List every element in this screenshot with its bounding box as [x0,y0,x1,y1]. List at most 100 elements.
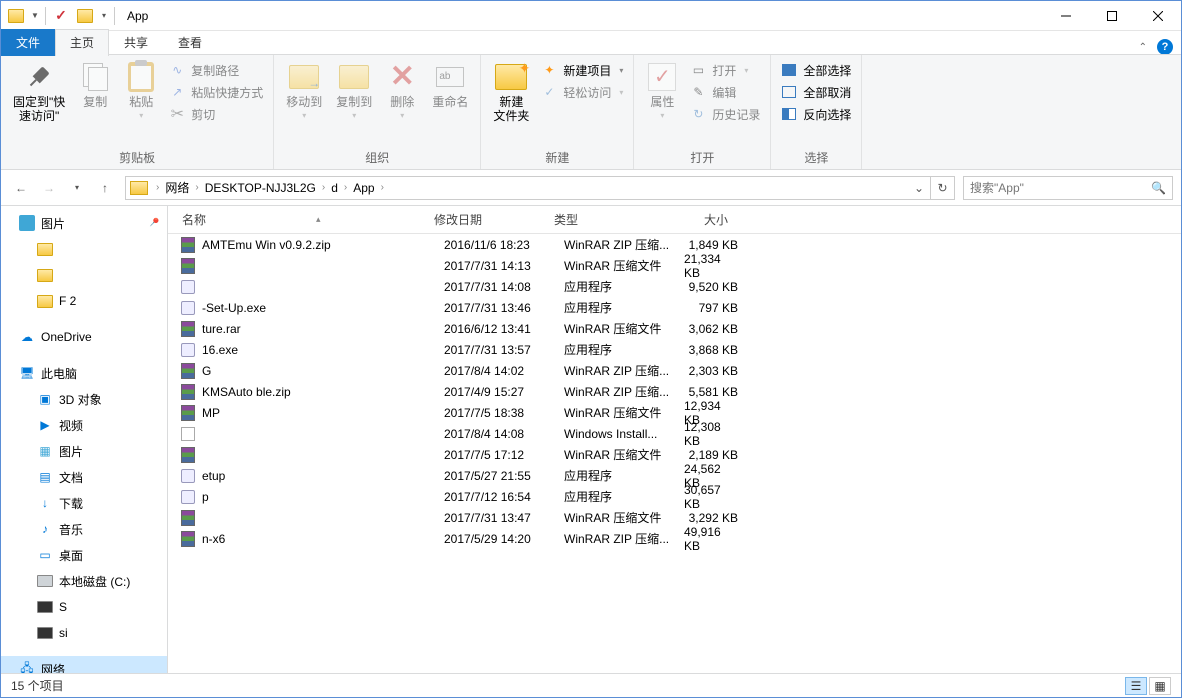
col-name[interactable]: 名称▴ [168,206,428,233]
qat-folder-icon[interactable] [5,5,27,27]
forward-button[interactable]: → [37,176,61,200]
col-date[interactable]: 修改日期 [428,206,548,233]
tree-drive[interactable]: si [1,620,167,646]
table-row[interactable]: -Set-Up.exe2017/7/31 13:46应用程序797 KB [168,297,1181,318]
tab-view[interactable]: 查看 [163,29,217,56]
qat-dropdown-icon[interactable]: ▼ [29,5,41,27]
recent-dropdown-icon[interactable]: ▾ [65,176,89,200]
tree-downloads[interactable]: ↓下载 [1,490,167,516]
refresh-button[interactable]: ↻ [930,176,954,200]
tree-videos[interactable]: ▶视频 [1,412,167,438]
up-button[interactable]: ↑ [93,176,117,200]
delete-button[interactable]: ✕删除▾ [380,57,424,127]
table-row[interactable]: 2017/7/5 17:12WinRAR 压缩文件2,189 KB [168,444,1181,465]
tree-item[interactable]: F 2 [1,288,167,314]
table-row[interactable]: n-x62017/5/29 14:20WinRAR ZIP 压缩...49,91… [168,528,1181,549]
table-row[interactable]: p2017/7/12 16:54应用程序30,657 KB [168,486,1181,507]
file-type: 应用程序 [558,339,678,360]
thumbnails-view-button[interactable]: ▦ [1149,677,1171,695]
table-row[interactable]: KMSAuto ble.zip2017/4/9 15:27WinRAR ZIP … [168,381,1181,402]
copyto-button[interactable]: 复制到▾ [330,57,378,127]
moveto-button[interactable]: 移动到▾ [280,57,328,127]
tree-3dobjects[interactable]: ▣3D 对象 [1,386,167,412]
tree-network[interactable]: 🖧网络 [1,656,167,673]
table-row[interactable]: ture.rar2016/6/12 13:41WinRAR 压缩文件3,062 … [168,318,1181,339]
file-type: 应用程序 [558,297,678,318]
tree-pictures2[interactable]: ▦图片 [1,438,167,464]
chevron-right-icon[interactable]: › [377,182,388,193]
view-switcher: ☰ ▦ [1125,677,1171,695]
history-button[interactable]: ↻历史记录 [686,103,764,125]
chevron-right-icon[interactable]: › [340,182,351,193]
crumb-network[interactable]: 网络 [163,179,191,196]
tab-share[interactable]: 共享 [109,29,163,56]
tree-desktop[interactable]: ▭桌面 [1,542,167,568]
table-row[interactable]: AMTEmu Win v0.9.2.zip2016/11/6 18:23WinR… [168,234,1181,255]
tree-thispc[interactable]: 🖥此电脑 [1,360,167,386]
back-button[interactable]: ← [9,176,33,200]
tree-item[interactable] [1,236,167,262]
paste-button[interactable]: 粘贴▾ [119,57,163,127]
file-size: 3,868 KB [678,339,758,360]
ribbon-tabs: 文件 主页 共享 查看 ⌃ ? [1,31,1181,55]
chevron-right-icon[interactable]: › [152,182,163,193]
tree-item[interactable] [1,262,167,288]
properties-button[interactable]: ✓属性▾ [640,57,684,127]
file-size: 3,062 KB [678,318,758,339]
tree-localc[interactable]: 本地磁盘 (C:) [1,568,167,594]
file-type: WinRAR ZIP 压缩... [558,234,678,255]
help-icon[interactable]: ? [1157,39,1173,55]
pin-quickaccess-button[interactable]: 固定到"快 速访问" [7,57,71,127]
address-dropdown-icon[interactable]: ⌄ [908,181,930,195]
chevron-right-icon[interactable]: › [191,182,202,193]
qat-properties-icon[interactable]: ✓ [50,5,72,27]
search-icon[interactable]: 🔍 [1151,181,1166,195]
invertselect-button[interactable]: 反向选择 [777,103,855,125]
close-button[interactable] [1135,1,1181,30]
minimize-button[interactable] [1043,1,1089,30]
newitem-button[interactable]: ✦新建项目▾ [537,59,627,81]
qat-folder2-icon[interactable] [74,5,96,27]
tree-onedrive[interactable]: ☁OneDrive [1,324,167,350]
crumb-d[interactable]: d [329,181,340,195]
chevron-right-icon[interactable]: › [318,182,329,193]
cut-button[interactable]: ✂剪切 [165,103,267,125]
table-row[interactable]: 16.exe2017/7/31 13:57应用程序3,868 KB [168,339,1181,360]
tab-home[interactable]: 主页 [55,29,109,56]
col-type[interactable]: 类型 [548,206,668,233]
tree-music[interactable]: ♪音乐 [1,516,167,542]
tab-file[interactable]: 文件 [1,29,55,56]
maximize-button[interactable] [1089,1,1135,30]
search-input[interactable]: 搜索"App" 🔍 [963,176,1173,200]
crumb-host[interactable]: DESKTOP-NJJ3L2G [203,181,318,195]
table-row[interactable]: 2017/8/4 14:08Windows Install...12,308 K… [168,423,1181,444]
easyaccess-button[interactable]: ✓轻松访问▾ [537,81,627,103]
col-size[interactable]: 大小 [668,206,748,233]
crumb-app[interactable]: App [351,181,376,195]
pasteshortcut-button[interactable]: ↗粘贴快捷方式 [165,81,267,103]
selectnone-button[interactable]: 全部取消 [777,81,855,103]
file-rows[interactable]: AMTEmu Win v0.9.2.zip2016/11/6 18:23WinR… [168,234,1181,673]
breadcrumb-root-icon[interactable] [130,181,148,195]
tree-drive[interactable]: S [1,594,167,620]
navigation-tree[interactable]: 图片📍 F 2 ☁OneDrive 🖥此电脑 ▣3D 对象 ▶视频 ▦图片 ▤文… [1,206,168,673]
copy-button[interactable]: 复制 [73,57,117,113]
table-row[interactable]: 2017/7/31 14:08应用程序9,520 KB [168,276,1181,297]
selectall-button[interactable]: 全部选择 [777,59,855,81]
details-view-button[interactable]: ☰ [1125,677,1147,695]
breadcrumb[interactable]: › 网络 › DESKTOP-NJJ3L2G › d › App › ⌄ ↻ [125,176,955,200]
tree-pictures[interactable]: 图片📍 [1,210,167,236]
table-row[interactable]: etup2017/5/27 21:55应用程序24,562 KB [168,465,1181,486]
tree-documents[interactable]: ▤文档 [1,464,167,490]
edit-button[interactable]: ✎编辑 [686,81,764,103]
table-row[interactable]: G2017/8/4 14:02WinRAR ZIP 压缩...2,303 KB [168,360,1181,381]
table-row[interactable]: MP2017/7/5 18:38WinRAR 压缩文件12,934 KB [168,402,1181,423]
table-row[interactable]: 2017/7/31 14:13WinRAR 压缩文件21,334 KB [168,255,1181,276]
newfolder-button[interactable]: 新建 文件夹 [487,57,535,127]
qat-dropdown2-icon[interactable]: ▾ [98,5,110,27]
copypath-button[interactable]: ∿复制路径 [165,59,267,81]
table-row[interactable]: 2017/7/31 13:47WinRAR 压缩文件3,292 KB [168,507,1181,528]
rename-button[interactable]: 重命名 [426,57,474,113]
open-button[interactable]: ▭打开▾ [686,59,764,81]
collapse-ribbon-icon[interactable]: ⌃ [1139,42,1147,53]
